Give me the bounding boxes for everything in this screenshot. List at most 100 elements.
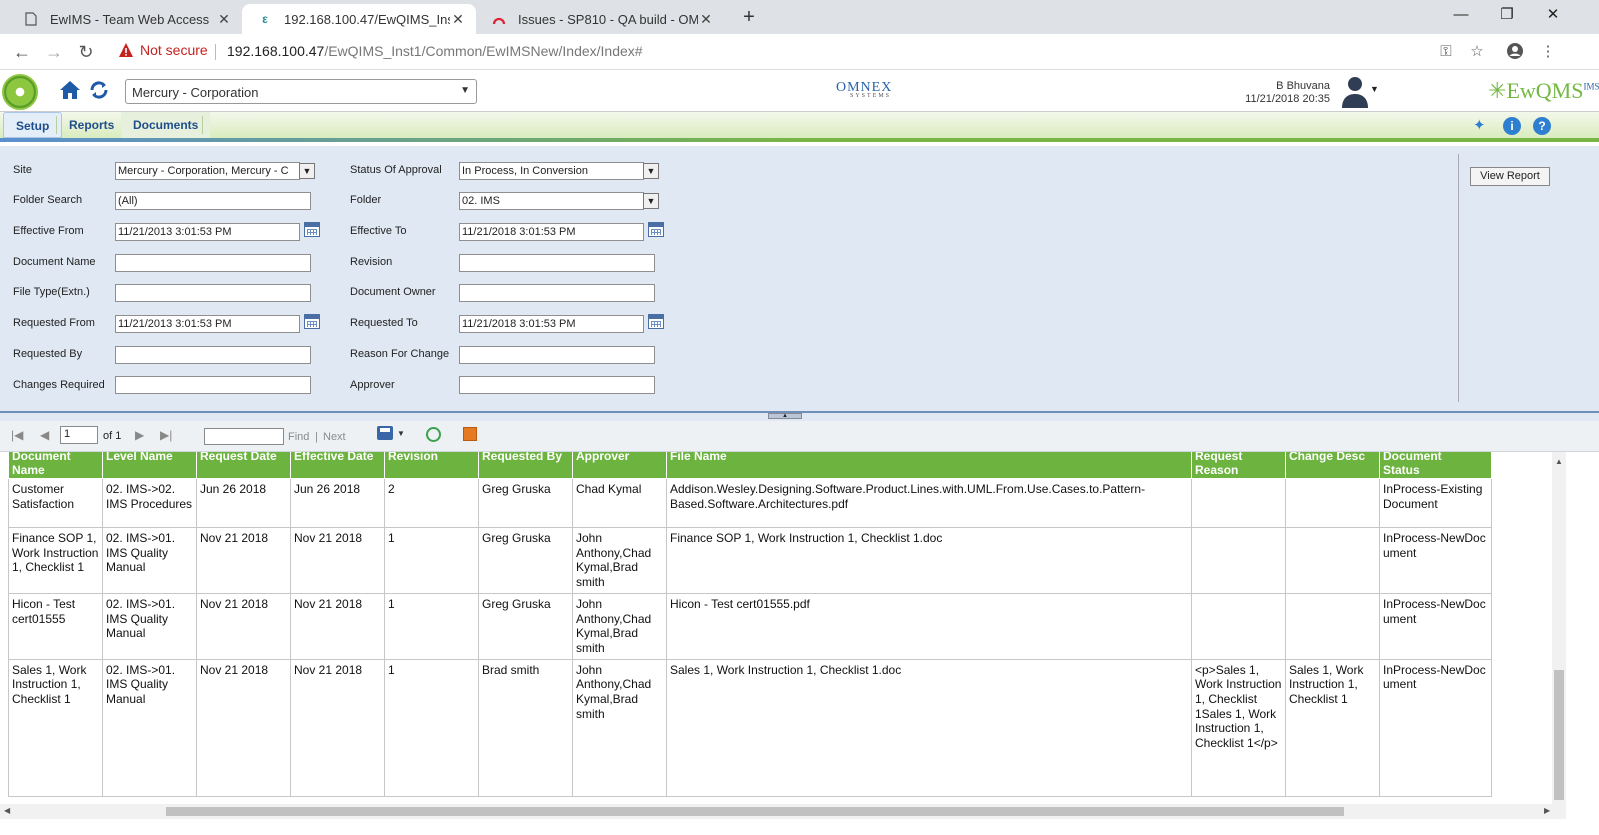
column-header[interactable]: Change Desc bbox=[1285, 452, 1380, 479]
calendar-icon[interactable] bbox=[648, 314, 664, 329]
ewqms-logo: ✳EwQMSIMS bbox=[1488, 78, 1599, 103]
column-header[interactable]: Effective Date bbox=[290, 452, 385, 479]
minimize-icon[interactable]: — bbox=[1438, 0, 1484, 30]
requested-from-input[interactable]: 11/21/2013 3:01:53 PM bbox=[115, 315, 300, 333]
menu-kebab-icon[interactable]: ⋮ bbox=[1538, 42, 1558, 62]
divider bbox=[1458, 154, 1459, 402]
key-icon[interactable]: ⚿ bbox=[1436, 42, 1456, 62]
last-page-icon[interactable]: ▶| bbox=[160, 428, 172, 442]
table-cell: Customer Satisfaction bbox=[8, 478, 103, 528]
caret-down-icon[interactable]: ▼ bbox=[1370, 84, 1379, 94]
window-close-icon[interactable]: ✕ bbox=[1530, 0, 1576, 30]
changes-required-input[interactable] bbox=[115, 376, 311, 394]
previous-page-icon[interactable]: ◀ bbox=[40, 428, 49, 442]
first-page-icon[interactable]: |◀ bbox=[11, 428, 23, 442]
column-header[interactable]: Level Name bbox=[102, 452, 197, 479]
browser-tab-issues[interactable]: Issues - SP810 - QA build - OMN ✕ bbox=[476, 4, 724, 34]
collapse-grip-icon[interactable]: ▲ bbox=[768, 413, 802, 419]
refresh-report-icon[interactable] bbox=[426, 427, 441, 442]
home-icon[interactable] bbox=[58, 78, 82, 102]
file-type-input[interactable] bbox=[115, 284, 311, 302]
scrollbar-thumb[interactable] bbox=[166, 807, 1344, 816]
scroll-left-icon[interactable]: ◀ bbox=[4, 806, 10, 815]
calendar-icon[interactable] bbox=[648, 222, 664, 237]
export-save-icon[interactable] bbox=[377, 426, 393, 440]
back-icon[interactable]: ← bbox=[10, 40, 34, 64]
column-header[interactable]: Approver bbox=[572, 452, 667, 479]
close-icon[interactable]: ✕ bbox=[698, 11, 714, 28]
table-cell: Finance SOP 1, Work Instruction 1, Check… bbox=[666, 527, 1192, 594]
page-count: of 1 bbox=[103, 430, 122, 442]
menu-documents[interactable]: Documents bbox=[121, 112, 211, 138]
column-header[interactable]: File Name bbox=[666, 452, 1192, 479]
revision-input[interactable] bbox=[459, 254, 655, 272]
calendar-icon[interactable] bbox=[304, 222, 320, 237]
next-link[interactable]: Next bbox=[323, 431, 346, 443]
tab-title: Issues - SP810 - QA build - OMN bbox=[518, 11, 698, 27]
requested-to-input[interactable]: 11/21/2018 3:01:53 PM bbox=[459, 315, 644, 333]
url-field[interactable]: 192.168.100.47/EwQIMS_Inst1/Common/EwIMS… bbox=[227, 43, 643, 59]
print-layout-icon[interactable] bbox=[463, 427, 477, 441]
file-type-label: File Type(Extn.) bbox=[13, 286, 90, 298]
site-selector[interactable]: Mercury - Corporation ▼ bbox=[125, 79, 477, 104]
requested-by-input[interactable] bbox=[115, 346, 311, 364]
report-vertical-scrollbar[interactable]: ▲ bbox=[1552, 452, 1566, 804]
column-header[interactable]: Request Date bbox=[196, 452, 291, 479]
report-horizontal-scrollbar[interactable]: ◀ ▶ bbox=[0, 804, 1566, 819]
caret-down-icon[interactable]: ▼ bbox=[397, 429, 405, 438]
menu-reports[interactable]: Reports bbox=[57, 112, 126, 138]
new-tab-icon[interactable]: + bbox=[736, 4, 762, 30]
folder-search-input[interactable]: (All) bbox=[115, 192, 311, 210]
forward-icon[interactable]: → bbox=[42, 40, 66, 64]
column-header[interactable]: Document Name bbox=[8, 452, 103, 479]
table-cell: Nov 21 2018 bbox=[290, 527, 385, 594]
refresh-icon[interactable] bbox=[88, 79, 110, 101]
avatar[interactable] bbox=[1340, 74, 1370, 108]
page-number-input[interactable]: 1 bbox=[60, 426, 98, 444]
site-filter-input[interactable]: Mercury - Corporation, Mercury - C bbox=[115, 162, 300, 180]
document-owner-input[interactable] bbox=[459, 284, 655, 302]
scrollbar-thumb[interactable] bbox=[1554, 670, 1564, 800]
table-row: Finance SOP 1, Work Instruction 1, Check… bbox=[8, 527, 1492, 594]
app-logo-icon[interactable] bbox=[2, 74, 38, 110]
ewqms-logo-text: EwQMS bbox=[1506, 78, 1584, 103]
column-header[interactable]: Requested By bbox=[478, 452, 573, 479]
scroll-up-icon[interactable]: ▲ bbox=[1555, 457, 1563, 466]
folder-input[interactable]: 02. IMS bbox=[459, 192, 644, 210]
reason-for-change-input[interactable] bbox=[459, 346, 655, 364]
next-page-icon[interactable]: ▶ bbox=[135, 428, 144, 442]
approver-input[interactable] bbox=[459, 376, 655, 394]
pin-icon[interactable]: ✦ bbox=[1473, 116, 1491, 134]
star-icon[interactable]: ☆ bbox=[1467, 42, 1487, 62]
browser-tab-active[interactable]: ε 192.168.100.47/EwQIMS_Inst1/Co ✕ bbox=[242, 4, 476, 34]
status-dropdown-icon[interactable]: ▼ bbox=[643, 163, 659, 179]
tab-title: 192.168.100.47/EwQIMS_Inst1/Co bbox=[284, 11, 450, 27]
column-header[interactable]: Revision bbox=[384, 452, 479, 479]
restore-icon[interactable]: ❐ bbox=[1484, 0, 1530, 30]
calendar-icon[interactable] bbox=[304, 314, 320, 329]
security-indicator[interactable]: Not secure bbox=[118, 42, 208, 58]
view-report-button[interactable]: View Report bbox=[1470, 167, 1550, 186]
column-header[interactable]: Document Status bbox=[1379, 452, 1492, 479]
document-name-input[interactable] bbox=[115, 254, 311, 272]
help-icon[interactable]: ? bbox=[1533, 117, 1551, 135]
close-icon[interactable]: ✕ bbox=[450, 11, 466, 28]
site-filter-dropdown-icon[interactable]: ▼ bbox=[299, 163, 315, 179]
effective-to-input[interactable]: 11/21/2018 3:01:53 PM bbox=[459, 223, 644, 241]
folder-dropdown-icon[interactable]: ▼ bbox=[643, 193, 659, 209]
browser-tab-ewims[interactable]: EwIMS - Team Web Access ✕ bbox=[8, 4, 242, 34]
panel-splitter[interactable]: ▲ bbox=[0, 411, 1599, 421]
status-of-approval-input[interactable]: In Process, In Conversion bbox=[459, 162, 644, 180]
close-icon[interactable]: ✕ bbox=[216, 11, 232, 28]
warning-icon bbox=[119, 43, 133, 57]
info-icon[interactable]: i bbox=[1503, 117, 1521, 135]
tab-title: EwIMS - Team Web Access bbox=[50, 11, 210, 27]
find-link[interactable]: Find bbox=[288, 431, 309, 443]
effective-from-input[interactable]: 11/21/2013 3:01:53 PM bbox=[115, 223, 300, 241]
column-header[interactable]: Request Reason bbox=[1191, 452, 1286, 479]
profile-icon[interactable] bbox=[1505, 42, 1525, 62]
scroll-right-icon[interactable]: ▶ bbox=[1544, 806, 1550, 815]
reload-icon[interactable]: ↻ bbox=[74, 40, 98, 64]
find-input[interactable] bbox=[204, 428, 284, 445]
menu-setup[interactable]: Setup bbox=[3, 112, 63, 138]
